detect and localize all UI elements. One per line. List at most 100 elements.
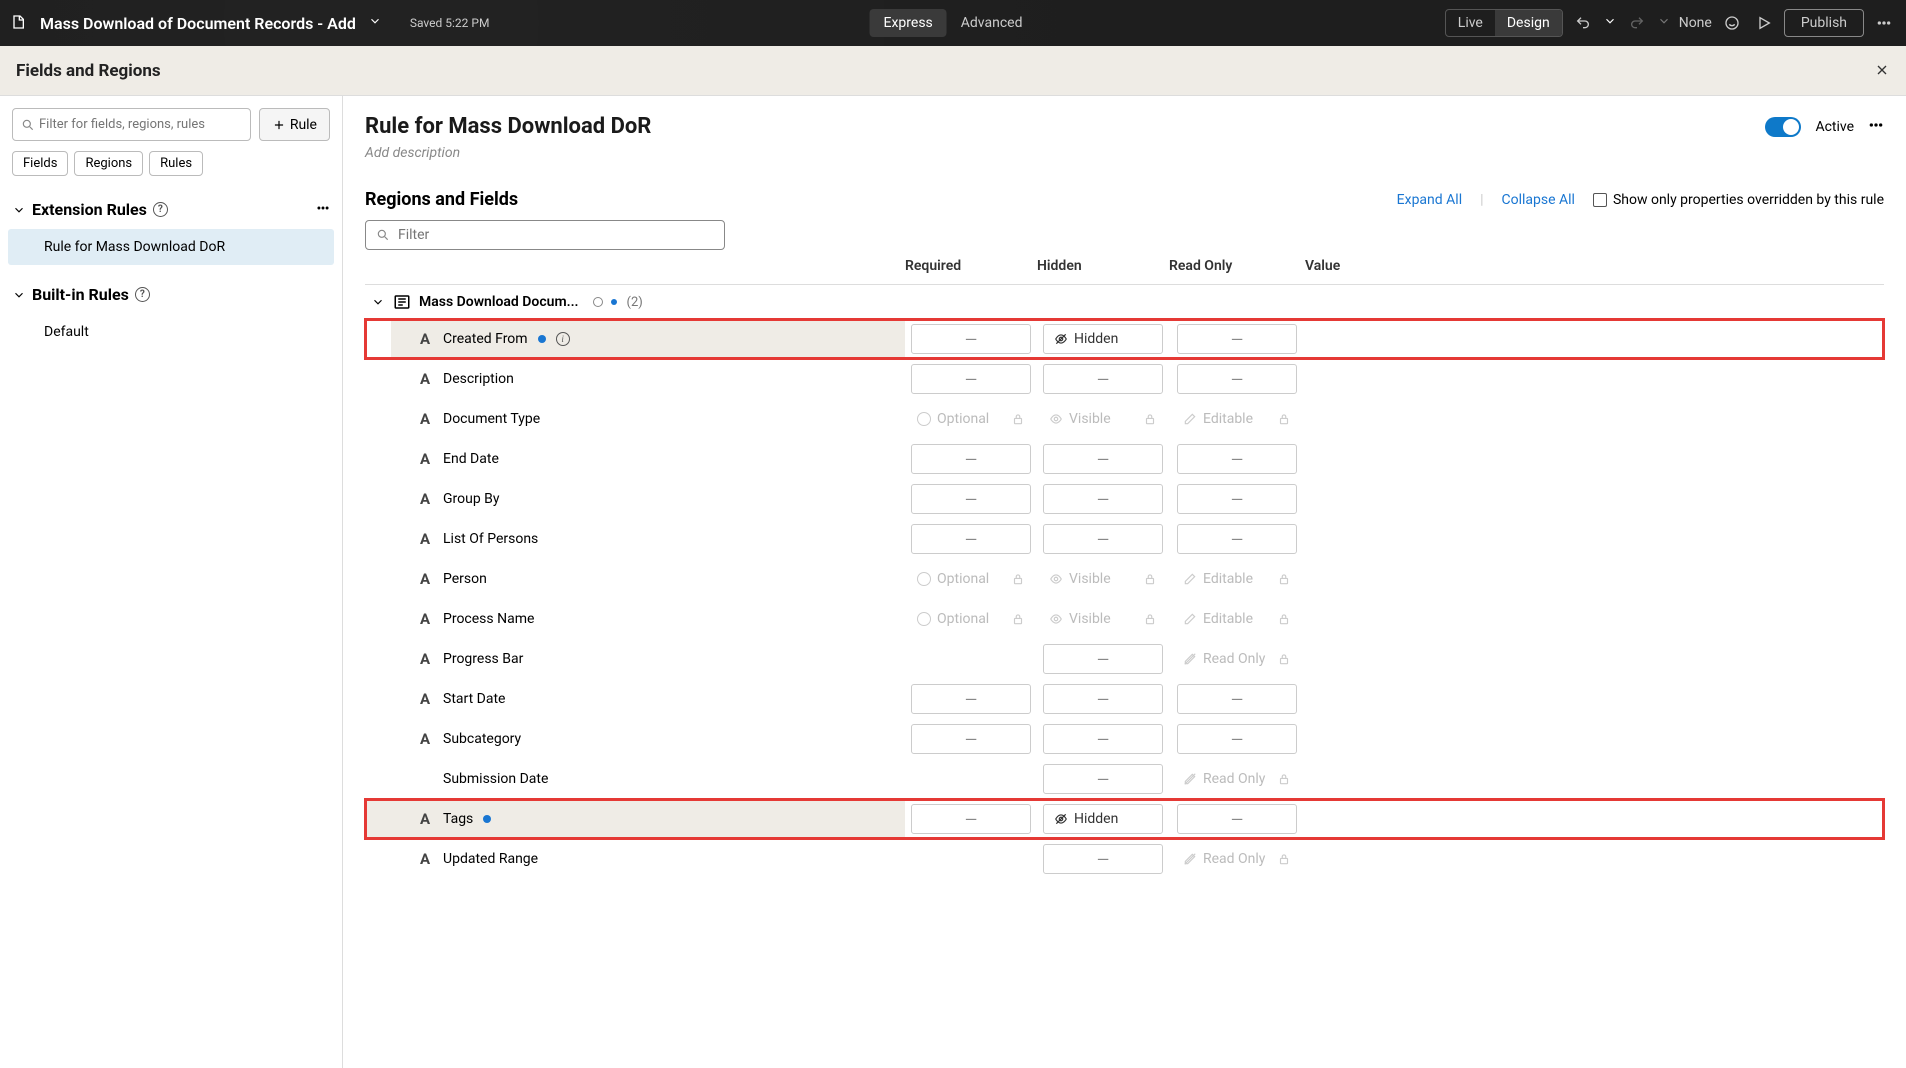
layout-none[interactable]: None — [1679, 15, 1712, 31]
group-row[interactable]: Mass Download Docum... (2) — [365, 285, 1884, 319]
builtin-rules-header[interactable]: Built-in Rules ? — [8, 279, 334, 310]
cell-readonly[interactable]: — — [1177, 524, 1297, 554]
live-button[interactable]: Live — [1446, 10, 1495, 36]
help-icon[interactable]: ? — [153, 202, 168, 217]
field-row[interactable]: AList Of Persons——— — [365, 519, 1884, 559]
modified-dot-icon — [483, 815, 491, 823]
cell-readonly[interactable]: — — [1177, 484, 1297, 514]
cell-hidden[interactable]: — — [1043, 444, 1163, 474]
cell-required[interactable]: — — [911, 484, 1031, 514]
add-rule-button[interactable]: Rule — [259, 108, 330, 141]
field-row[interactable]: APersonOptionalVisibleEditable — [365, 559, 1884, 599]
redo-button[interactable] — [1625, 11, 1649, 35]
cell-hidden-visible[interactable]: Visible — [1043, 404, 1163, 434]
extension-rules-header[interactable]: Extension Rules ? — [8, 194, 334, 225]
tab-regions[interactable]: Regions — [74, 151, 143, 176]
search-icon — [376, 228, 390, 242]
cell-required[interactable]: — — [911, 444, 1031, 474]
field-row[interactable]: ADescription——— — [365, 359, 1884, 399]
smiley-icon[interactable] — [1720, 11, 1744, 35]
cell-required[interactable]: — — [911, 524, 1031, 554]
cell-hidden[interactable]: — — [1043, 484, 1163, 514]
cell-hidden-visible[interactable]: Visible — [1043, 604, 1163, 634]
group-name: Mass Download Docum... — [419, 294, 579, 310]
chevron-down-icon[interactable] — [1657, 14, 1671, 32]
field-row[interactable]: ASubcategory——— — [365, 719, 1884, 759]
field-row[interactable]: AProgress Bar—Read Only — [365, 639, 1884, 679]
cell-readonly[interactable]: — — [1177, 724, 1297, 754]
cell-readonly-readonly[interactable]: Read Only — [1177, 844, 1297, 874]
sidebar-item-default[interactable]: Default — [8, 314, 334, 350]
cell-required[interactable]: — — [911, 684, 1031, 714]
tab-fields[interactable]: Fields — [12, 151, 68, 176]
cell-readonly-readonly[interactable]: Read Only — [1177, 764, 1297, 794]
cell-readonly-editable[interactable]: Editable — [1177, 404, 1297, 434]
regions-filter-input[interactable] — [398, 227, 714, 243]
cell-required-optional[interactable]: Optional — [911, 564, 1031, 594]
cell-required[interactable]: — — [911, 724, 1031, 754]
cell-hidden-hidden[interactable]: Hidden — [1043, 804, 1163, 834]
search-icon — [21, 118, 35, 132]
field-row[interactable]: ACreated Fromi—Hidden— — [365, 319, 1884, 359]
chevron-down-icon[interactable] — [1603, 14, 1617, 32]
field-row[interactable]: AStart Date——— — [365, 679, 1884, 719]
cell-required-optional[interactable]: Optional — [911, 404, 1031, 434]
topbar: Mass Download of Document Records - Add … — [0, 0, 1906, 46]
cell-readonly-editable[interactable]: Editable — [1177, 564, 1297, 594]
help-icon[interactable]: ? — [135, 287, 150, 302]
tab-rules[interactable]: Rules — [149, 151, 203, 176]
undo-button[interactable] — [1571, 11, 1595, 35]
info-icon[interactable]: i — [556, 332, 570, 346]
expand-all-link[interactable]: Expand All — [1397, 192, 1462, 208]
cell-hidden-visible[interactable]: Visible — [1043, 564, 1163, 594]
cell-hidden[interactable]: — — [1043, 844, 1163, 874]
field-row[interactable]: AGroup By——— — [365, 479, 1884, 519]
field-row[interactable]: ADocument TypeOptionalVisibleEditable — [365, 399, 1884, 439]
field-name: Submission Date — [443, 771, 548, 787]
more-icon[interactable] — [1872, 11, 1896, 35]
cell-required-optional[interactable]: Optional — [911, 604, 1031, 634]
cell-readonly[interactable]: — — [1177, 364, 1297, 394]
collapse-all-link[interactable]: Collapse All — [1502, 192, 1575, 208]
cell-readonly[interactable]: — — [1177, 684, 1297, 714]
cell-readonly[interactable]: — — [1177, 804, 1297, 834]
cell-hidden[interactable]: — — [1043, 524, 1163, 554]
play-icon[interactable] — [1752, 11, 1776, 35]
cell-readonly-readonly[interactable]: Read Only — [1177, 644, 1297, 674]
cell-hidden[interactable]: — — [1043, 364, 1163, 394]
cell-required[interactable]: — — [911, 364, 1031, 394]
field-row[interactable]: AEnd Date——— — [365, 439, 1884, 479]
design-button[interactable]: Design — [1495, 10, 1562, 36]
more-icon[interactable] — [1868, 117, 1884, 137]
sidebar-search-input[interactable] — [35, 113, 242, 136]
active-toggle[interactable] — [1765, 117, 1801, 137]
more-icon[interactable] — [316, 200, 330, 219]
text-field-icon: A — [417, 810, 433, 828]
field-row[interactable]: AUpdated Range—Read Only — [365, 839, 1884, 879]
field-row[interactable]: AProcess NameOptionalVisibleEditable — [365, 599, 1884, 639]
chevron-down-icon[interactable] — [368, 14, 382, 32]
cell-required[interactable]: — — [911, 324, 1031, 354]
field-name-cell: AEnd Date — [365, 439, 905, 479]
cell-hidden[interactable]: — — [1043, 724, 1163, 754]
show-overridden-checkbox[interactable]: Show only properties overridden by this … — [1593, 192, 1884, 208]
cell-hidden-hidden[interactable]: Hidden — [1043, 324, 1163, 354]
field-row[interactable]: ASubmission Date—Read Only — [365, 759, 1884, 799]
publish-button[interactable]: Publish — [1784, 9, 1864, 37]
cell-required[interactable]: — — [911, 804, 1031, 834]
express-tab[interactable]: Express — [870, 9, 947, 37]
sidebar-search[interactable] — [12, 108, 251, 141]
close-button[interactable] — [1874, 59, 1890, 83]
cell-readonly-editable[interactable]: Editable — [1177, 604, 1297, 634]
sidebar-item-rule[interactable]: Rule for Mass Download DoR — [8, 229, 334, 265]
regions-filter[interactable] — [365, 220, 725, 250]
description-placeholder[interactable]: Add description — [365, 145, 1884, 161]
field-row[interactable]: ATags—Hidden— — [365, 799, 1884, 839]
cell-readonly[interactable]: — — [1177, 324, 1297, 354]
cell-hidden[interactable]: — — [1043, 764, 1163, 794]
cell-hidden[interactable]: — — [1043, 644, 1163, 674]
cell-hidden[interactable]: — — [1043, 684, 1163, 714]
field-name: Description — [443, 371, 514, 387]
cell-readonly[interactable]: — — [1177, 444, 1297, 474]
advanced-tab[interactable]: Advanced — [947, 9, 1037, 37]
